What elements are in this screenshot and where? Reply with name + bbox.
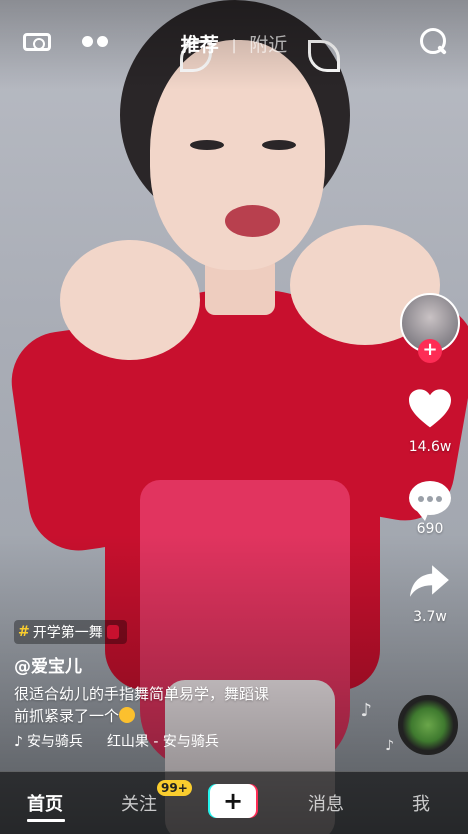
- follow-plus-icon[interactable]: +: [418, 339, 442, 363]
- video-content: [225, 205, 280, 237]
- plus-icon[interactable]: +: [210, 784, 256, 818]
- video-description: 很适合幼儿的手指舞简单易学，舞蹈课 前抓紧录了一个: [14, 683, 374, 727]
- smile-emoji-icon: [119, 707, 136, 723]
- hashtag-chip[interactable]: # 开学第一舞: [14, 620, 127, 644]
- music-note-icon: ♪: [14, 734, 23, 750]
- top-bar: 推荐 | 附近: [0, 22, 468, 62]
- description-line: 前抓紧录了一个: [14, 705, 374, 727]
- nav-follow[interactable]: 关注: [121, 790, 157, 816]
- tab-nearby[interactable]: 附近: [243, 30, 293, 57]
- hashtag-icon: #: [18, 624, 30, 640]
- music-ticker[interactable]: ♪ 安与骑兵 红山果 - 安与骑兵: [14, 731, 374, 751]
- author-username[interactable]: @爱宝儿: [14, 652, 374, 677]
- tab-recommend[interactable]: 推荐: [175, 30, 225, 57]
- feed-tabs: 推荐 | 附近: [0, 30, 468, 57]
- video-content: [190, 140, 224, 150]
- follow-badge: 99+: [157, 780, 192, 796]
- music-note-icon: ♪: [385, 738, 394, 754]
- comment-icon[interactable]: [409, 481, 451, 521]
- author-avatar[interactable]: +: [400, 293, 460, 363]
- video-content: [60, 240, 200, 360]
- comment-count: 690: [416, 521, 444, 537]
- music-disc-icon[interactable]: [398, 695, 458, 755]
- nav-home[interactable]: 首页: [27, 790, 63, 816]
- share-button[interactable]: 3.7w: [392, 563, 468, 625]
- bottom-nav: 首页 关注 99+ + 消息 我: [0, 771, 468, 834]
- nav-me[interactable]: 我: [412, 790, 430, 816]
- share-arrow-icon[interactable]: [409, 563, 451, 599]
- nav-messages[interactable]: 消息: [308, 790, 344, 816]
- action-column: + 14.6w 690 3.7w: [392, 293, 468, 625]
- heart-icon[interactable]: [409, 389, 451, 429]
- share-count: 3.7w: [413, 609, 447, 625]
- music-song: 红山果 - 安与骑兵: [106, 734, 219, 750]
- music-artist: 安与骑兵: [26, 734, 83, 750]
- video-caption: # 开学第一舞 @爱宝儿 很适合幼儿的手指舞简单易学，舞蹈课 前抓紧录了一个 ♪…: [14, 620, 374, 751]
- like-button[interactable]: 14.6w: [392, 389, 468, 455]
- active-tab-indicator: [27, 819, 65, 822]
- like-count: 14.6w: [408, 439, 452, 455]
- gift-icon: [106, 625, 119, 639]
- search-icon[interactable]: [418, 26, 448, 56]
- video-content: [262, 140, 296, 150]
- description-line: 很适合幼儿的手指舞简单易学，舞蹈课: [14, 685, 270, 703]
- hashtag-label: 开学第一舞: [32, 625, 103, 641]
- create-button[interactable]: +: [208, 784, 258, 818]
- tab-divider: |: [231, 37, 237, 54]
- comment-button[interactable]: 690: [392, 481, 468, 537]
